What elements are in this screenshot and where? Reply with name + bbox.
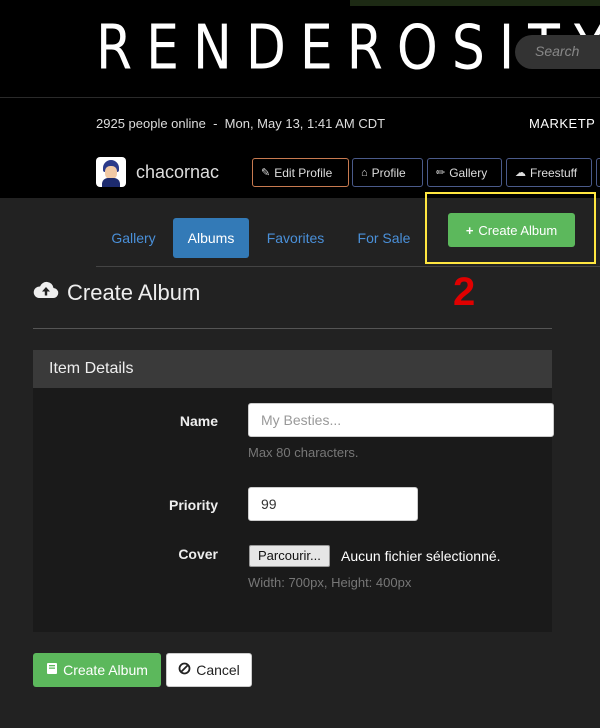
edit-profile-label: Edit Profile xyxy=(274,165,333,180)
book-icon xyxy=(46,662,58,678)
username[interactable]: chacornac xyxy=(136,162,219,183)
site-header: RENDEROSITY Search xyxy=(0,0,600,98)
title-divider xyxy=(33,328,552,329)
user-bar: 2925 people online - Mon, May 13, 1:41 A… xyxy=(0,98,600,198)
name-label: Name xyxy=(179,413,218,429)
cloud-download-icon: ☁ xyxy=(515,167,526,179)
page-title-text: Create Album xyxy=(67,280,201,305)
avatar[interactable] xyxy=(96,157,126,187)
more-nav-button[interactable] xyxy=(596,158,600,187)
edit-icon: ✎ xyxy=(261,167,271,179)
ban-icon xyxy=(178,662,191,678)
banner-ad-strip[interactable] xyxy=(350,0,600,6)
panel-heading: Item Details xyxy=(33,350,552,388)
online-status-text: 2925 people online - Mon, May 13, 1:41 A… xyxy=(96,116,386,131)
gallery-label: Gallery xyxy=(449,165,488,180)
tabs-divider xyxy=(96,266,600,267)
create-album-submit-label: Create Album xyxy=(63,662,148,678)
name-help-text: Max 80 characters. xyxy=(248,445,359,460)
create-album-top-label: Create Album xyxy=(478,222,558,238)
create-album-top-button[interactable]: + Create Album xyxy=(448,213,575,247)
cover-help-text: Width: 700px, Height: 400px xyxy=(248,575,412,590)
gallery-button[interactable]: ✏ Gallery xyxy=(427,158,502,187)
plus-icon: + xyxy=(465,222,474,238)
tab-for-sale[interactable]: For Sale xyxy=(346,218,422,258)
home-icon: ⌂ xyxy=(361,166,368,179)
annotation-step-number: 2 xyxy=(453,270,476,314)
cancel-label: Cancel xyxy=(196,662,240,678)
cancel-button[interactable]: Cancel xyxy=(166,653,252,687)
name-input[interactable] xyxy=(248,403,554,437)
nav-marketplace-link[interactable]: MARKETP xyxy=(529,116,595,131)
edit-profile-button[interactable]: ✎ Edit Profile xyxy=(252,158,349,187)
cloud-upload-icon xyxy=(33,280,59,306)
search-input[interactable]: Search xyxy=(515,35,600,69)
freestuff-label: Freestuff xyxy=(530,165,578,180)
cover-file-browse-button[interactable]: Parcourir... xyxy=(249,545,330,567)
create-album-submit-button[interactable]: Create Album xyxy=(33,653,161,687)
tab-favorites[interactable]: Favorites xyxy=(254,218,337,258)
cover-file-status: Aucun fichier sélectionné. xyxy=(341,548,501,564)
freestuff-button[interactable]: ☁ Freestuff xyxy=(506,158,592,187)
profile-button[interactable]: ⌂ Profile xyxy=(352,158,423,187)
tab-gallery[interactable]: Gallery xyxy=(96,218,171,258)
cover-label: Cover xyxy=(178,546,218,562)
priority-input[interactable] xyxy=(248,487,418,521)
page-title: Create Album xyxy=(33,280,200,306)
priority-label: Priority xyxy=(168,497,218,513)
tab-albums[interactable]: Albums xyxy=(173,218,249,258)
profile-label: Profile xyxy=(371,165,406,180)
brush-icon: ✏ xyxy=(436,167,446,179)
